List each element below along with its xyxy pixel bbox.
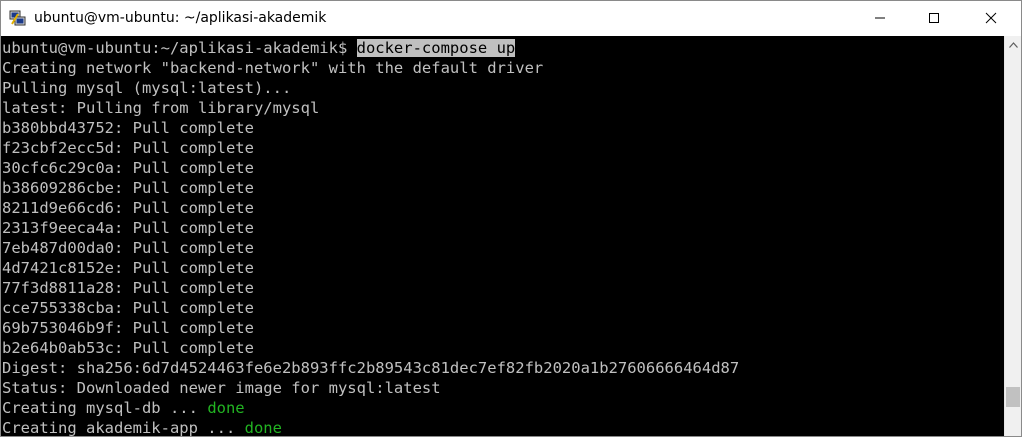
output-line: 2313f9eeca4a: Pull complete <box>2 219 254 237</box>
window-title: ubuntu@vm-ubuntu: ~/aplikasi-akademik <box>34 10 327 26</box>
output-line: 7eb487d00da0: Pull complete <box>2 239 254 257</box>
maximize-icon <box>929 13 939 23</box>
output-line: 8211d9e66cd6: Pull complete <box>2 199 254 217</box>
output-line: 77f3d8811a28: Pull complete <box>2 279 254 297</box>
shell-prompt: ubuntu@vm-ubuntu:~/aplikasi-akademik$ <box>2 39 357 57</box>
done-status: done <box>244 419 282 437</box>
output-line: b2e64b0ab53c: Pull complete <box>2 339 254 357</box>
output-line: b38609286cbe: Pull complete <box>2 179 254 197</box>
output-line: 69b753046b9f: Pull complete <box>2 319 254 337</box>
scrollbar-thumb[interactable] <box>1006 387 1020 407</box>
creating-mysql-line: Creating mysql-db ... done <box>2 398 245 418</box>
output-line: Pulling mysql (mysql:latest)... <box>2 79 292 97</box>
title-bar[interactable]: ubuntu@vm-ubuntu: ~/aplikasi-akademik <box>1 1 1021 36</box>
putty-icon[interactable] <box>9 9 27 27</box>
creating-mysql-text: Creating mysql-db ... <box>2 399 208 417</box>
output-line: f23cbf2ecc5d: Pull complete <box>2 139 254 157</box>
creating-app-text: Creating akademik-app ... <box>2 419 245 437</box>
output-line: 4d7421c8152e: Pull complete <box>2 259 254 277</box>
chevron-up-icon <box>1008 41 1018 48</box>
creating-app-line: Creating akademik-app ... done <box>2 418 282 437</box>
output-line: latest: Pulling from library/mysql <box>2 99 320 117</box>
scroll-up-button[interactable] <box>1005 36 1021 53</box>
output-line: 30cfc6c29c0a: Pull complete <box>2 159 254 177</box>
close-button[interactable] <box>968 1 1014 35</box>
prompt-line: ubuntu@vm-ubuntu:~/aplikasi-akademik$ do… <box>2 38 516 58</box>
vertical-scrollbar[interactable] <box>1004 36 1021 436</box>
maximize-button[interactable] <box>911 1 957 35</box>
close-icon <box>985 12 997 24</box>
terminal-output[interactable]: ubuntu@vm-ubuntu:~/aplikasi-akademik$ do… <box>1 36 1004 437</box>
digest-line: Digest: sha256:6d7d4524463fe6e2b893ffc2b… <box>2 359 740 377</box>
typed-command: docker-compose up <box>356 39 516 57</box>
status-line: Status: Downloaded newer image for mysql… <box>2 379 441 397</box>
terminal-window: ubuntu@vm-ubuntu: ~/aplikasi-akademik ub… <box>0 0 1022 437</box>
minimize-icon <box>875 17 885 19</box>
minimize-button[interactable] <box>857 1 903 35</box>
output-line: cce755338cba: Pull complete <box>2 299 254 317</box>
done-status: done <box>207 399 245 417</box>
output-line: b380bbd43752: Pull complete <box>2 119 254 137</box>
output-line: Creating network "backend-network" with … <box>2 59 544 77</box>
